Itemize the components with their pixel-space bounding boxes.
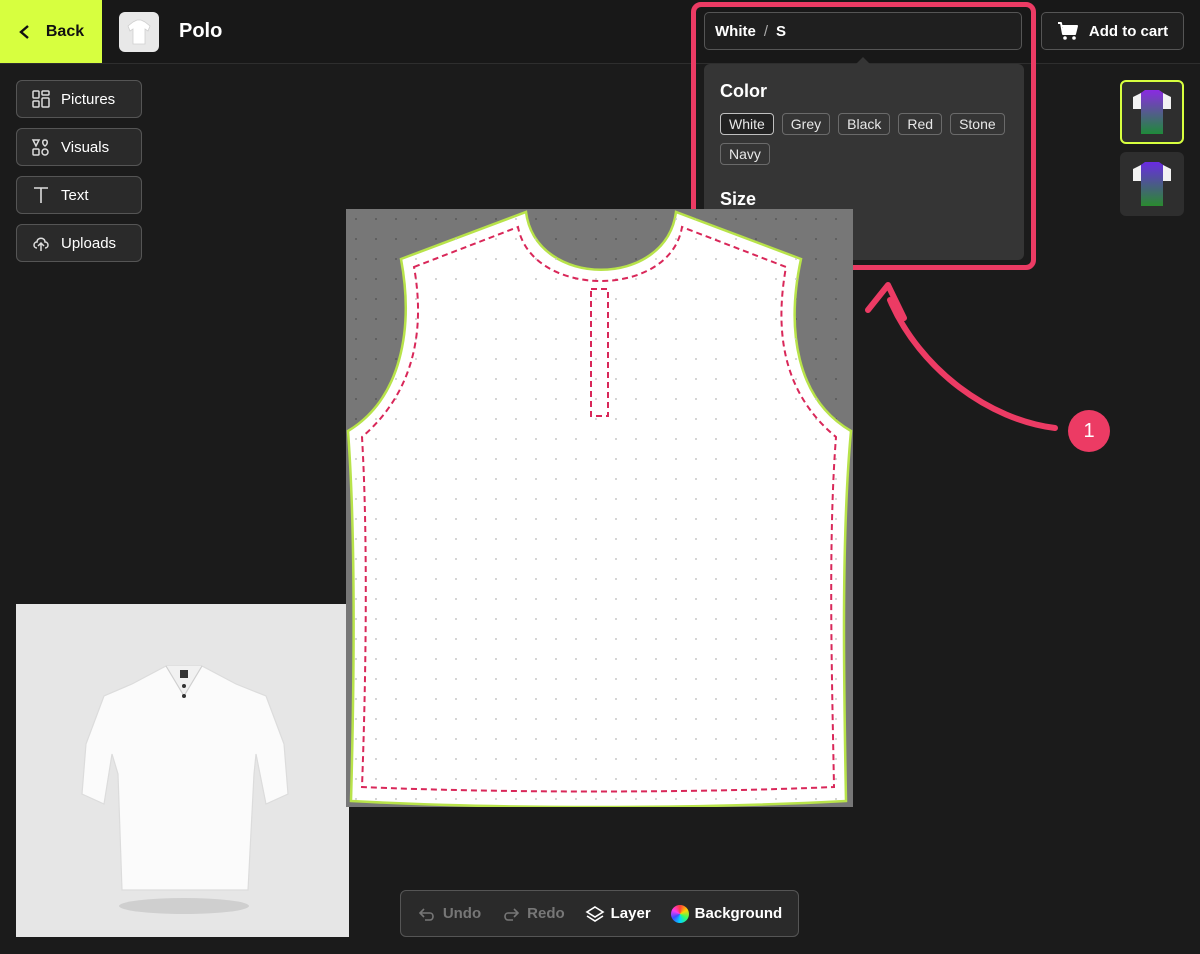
view-thumbnail-front[interactable] xyxy=(1120,80,1184,144)
annotation-badge: 1 xyxy=(1068,410,1110,452)
patterned-shirt-front-icon xyxy=(1133,90,1171,134)
product-title: Polo xyxy=(179,20,223,42)
shapes-icon xyxy=(31,139,49,156)
bottom-toolbar: Undo Redo Layer Background xyxy=(400,890,799,937)
color-wheel-icon xyxy=(670,904,689,923)
redo-icon xyxy=(504,907,520,921)
undo-button[interactable]: Undo xyxy=(417,904,481,924)
polo-shirt-icon xyxy=(127,19,151,45)
layers-icon xyxy=(585,905,605,922)
add-to-cart-label: Add to cart xyxy=(1088,22,1169,40)
text-icon xyxy=(34,187,48,203)
back-button[interactable]: Back xyxy=(0,0,102,63)
pictures-icon xyxy=(32,90,50,108)
cloud-upload-icon xyxy=(33,237,49,251)
shirt-front-pattern[interactable] xyxy=(346,209,853,809)
sidebar-item-label: Visuals xyxy=(61,138,110,156)
sidebar-item-label: Uploads xyxy=(61,234,117,252)
design-canvas[interactable] xyxy=(346,209,853,809)
background-button[interactable]: Background xyxy=(670,904,783,923)
undo-label: Undo xyxy=(442,905,482,922)
redo-label: Redo xyxy=(527,905,565,922)
layer-button[interactable]: Layer xyxy=(585,904,651,924)
sidebar-item-pictures[interactable]: Pictures xyxy=(16,80,142,118)
undo-icon xyxy=(418,907,434,921)
sidebar-item-visuals[interactable]: Visuals xyxy=(16,128,142,166)
sidebar-item-label: Text xyxy=(61,186,89,204)
product-thumbnail[interactable] xyxy=(119,12,159,52)
cart-icon xyxy=(1057,22,1078,40)
layer-label: Layer xyxy=(610,905,651,922)
sidebar-item-text[interactable]: Text xyxy=(16,176,142,214)
chevron-left-icon xyxy=(19,24,29,39)
add-to-cart-button[interactable]: Add to cart xyxy=(1041,12,1184,50)
view-thumbnail-back[interactable] xyxy=(1120,152,1184,216)
background-label: Background xyxy=(694,905,783,922)
sidebar-item-label: Pictures xyxy=(61,90,116,108)
sidebar-item-uploads[interactable]: Uploads xyxy=(16,224,142,262)
back-label: Back xyxy=(45,22,85,40)
redo-button[interactable]: Redo xyxy=(501,904,565,924)
product-preview xyxy=(16,604,349,937)
polo-shirt-preview-image xyxy=(81,665,289,914)
patterned-shirt-back-icon xyxy=(1133,162,1171,206)
